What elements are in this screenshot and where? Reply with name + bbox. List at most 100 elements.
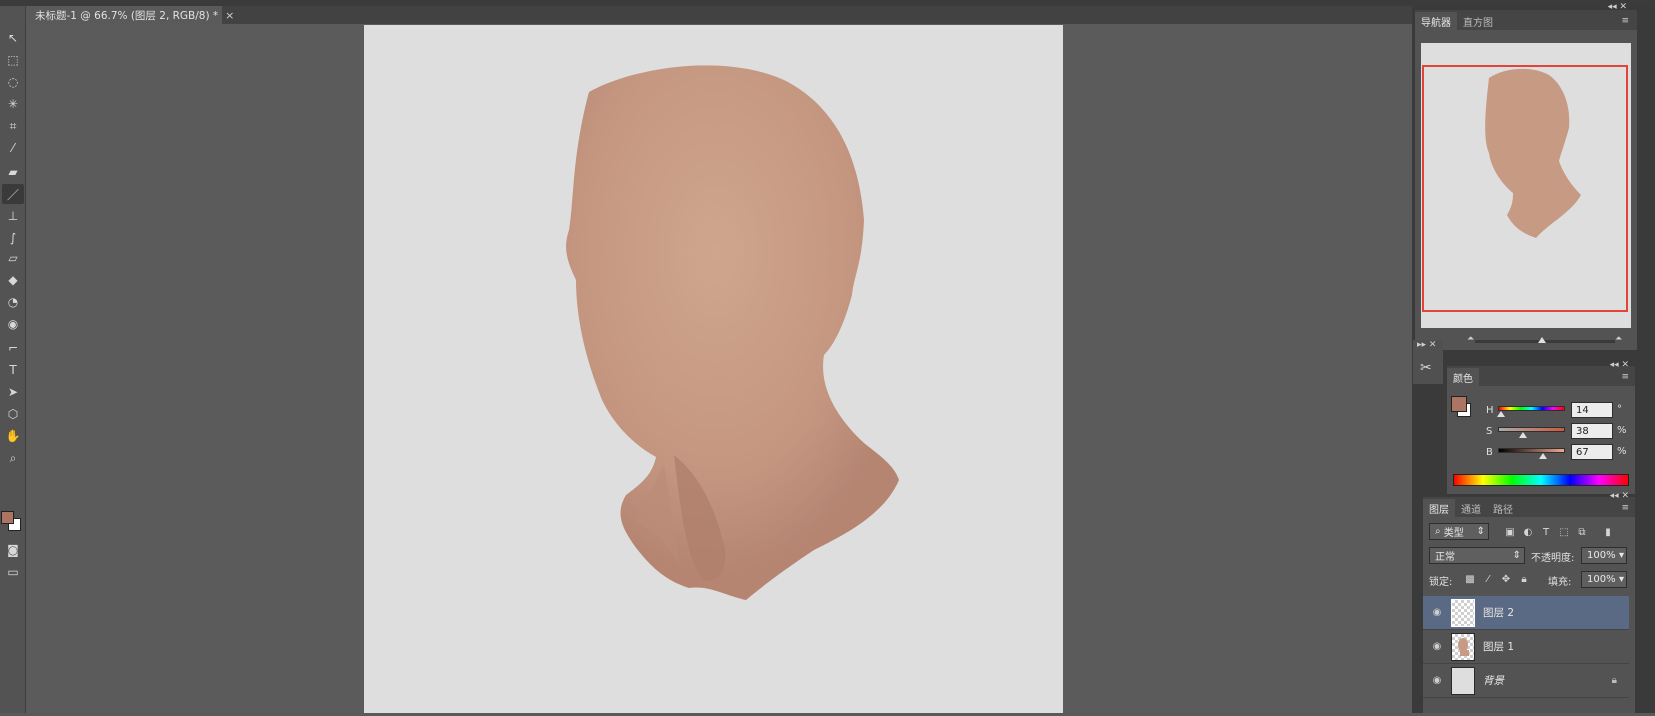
lock-pixels-icon[interactable]: ⁄ [1481, 572, 1495, 586]
blur-tool-icon: ◔ [7, 295, 19, 309]
fill-field[interactable]: 100% ▾ [1581, 571, 1627, 588]
color-b-slider[interactable] [1498, 448, 1565, 453]
screen-mode-icon[interactable]: ▭ [2, 562, 24, 582]
marquee-tool-icon: ⬚ [7, 53, 19, 67]
filter-adjustment-icon[interactable]: ◐ [1521, 525, 1535, 539]
fill-value: 100% [1587, 574, 1616, 585]
navigator-view-box[interactable] [1422, 65, 1628, 312]
document-tab[interactable]: 未标题-1 @ 66.7% (图层 2, RGB/8) * × [27, 6, 234, 24]
layer-row[interactable]: ◉ 背景 🔒︎ [1423, 664, 1629, 698]
close-icon[interactable]: × [225, 9, 234, 22]
eraser-tool-icon: ▱ [8, 251, 18, 265]
tab-paths[interactable]: 路径 [1487, 499, 1519, 517]
tools-preset-icon[interactable]: ✂ [1420, 360, 1432, 376]
lasso-tool-icon: ◌ [7, 75, 19, 89]
color-h-field[interactable]: 14 [1571, 402, 1613, 418]
opacity-value: 100% [1587, 550, 1616, 561]
history-brush-tool-icon: ∫ [9, 231, 17, 245]
panel-menu-icon[interactable]: ≡ [1621, 503, 1629, 513]
color-spectrum-bar[interactable] [1453, 474, 1629, 486]
canvas-document[interactable] [364, 25, 1063, 713]
clone-stamp-tool-icon: ⊥ [7, 209, 19, 223]
panel-close-icon[interactable]: ◂◂ ✕ [1610, 360, 1629, 370]
clone-stamp-tool[interactable]: ⊥ [2, 206, 24, 226]
eye-icon[interactable]: ◉ [1423, 607, 1451, 618]
zoom-in-icon[interactable]: ⏶ [1615, 334, 1622, 344]
lasso-tool[interactable]: ◌ [2, 72, 24, 92]
tab-navigator[interactable]: 导航器 [1415, 12, 1457, 30]
magic-wand-tool-icon: ✳ [7, 97, 19, 111]
eyedropper-tool[interactable]: ⁄ [2, 138, 24, 158]
crop-tool[interactable]: ⌗ [2, 116, 24, 136]
lock-all-icon[interactable]: 🔒︎ [1517, 572, 1531, 586]
type-tool[interactable]: T [2, 360, 24, 380]
filter-pixel-icon[interactable]: ▣ [1503, 525, 1517, 539]
move-tool[interactable]: ↖ [2, 28, 24, 48]
hand-tool[interactable]: ✋ [2, 426, 24, 446]
layer-row[interactable]: ◉ 图层 1 [1423, 630, 1629, 664]
blend-mode-value: 正常 [1435, 552, 1455, 563]
eye-icon[interactable]: ◉ [1423, 641, 1451, 652]
layer-row[interactable]: ◉ 图层 2 [1423, 596, 1629, 630]
marquee-tool[interactable]: ⬚ [2, 50, 24, 70]
lock-position-icon[interactable]: ✥ [1499, 572, 1513, 586]
filter-smart-object-icon[interactable]: ⧉ [1575, 525, 1589, 539]
layer-filter-dropdown[interactable]: ⌕ 类型 ⇕ [1429, 523, 1489, 540]
brush-tool[interactable]: ／ [2, 184, 24, 204]
zoom-tool[interactable]: ⌕ [2, 448, 24, 468]
color-h-label: H [1486, 405, 1494, 416]
layer-thumbnail [1451, 666, 1475, 695]
healing-brush-tool[interactable]: ▰ [2, 162, 24, 182]
move-tool-icon: ↖ [7, 31, 19, 45]
layer-filter-value: 类型 [1443, 528, 1464, 539]
color-s-thumb[interactable] [1519, 432, 1528, 438]
dodge-tool[interactable]: ◉ [2, 314, 24, 334]
color-h-slider[interactable] [1498, 406, 1565, 411]
color-s-field[interactable]: 38 [1571, 423, 1613, 439]
hand-tool-icon: ✋ [5, 429, 21, 443]
color-b-field[interactable]: 67 [1571, 444, 1613, 460]
layer-name[interactable]: 图层 2 [1483, 605, 1514, 620]
history-brush-tool[interactable]: ∫ [2, 228, 24, 248]
color-panel-header: 颜色 [1447, 366, 1635, 386]
foreground-color-swatch[interactable] [1451, 396, 1467, 412]
layer-name[interactable]: 图层 1 [1483, 639, 1514, 654]
toolbar-foreground-color[interactable] [1, 511, 14, 524]
shape-tool[interactable]: ⬡ [2, 404, 24, 424]
eye-icon[interactable]: ◉ [1423, 675, 1451, 686]
blur-tool[interactable]: ◔ [2, 292, 24, 312]
pen-tool[interactable]: ⌐ [2, 338, 24, 358]
expand-dock-icon[interactable]: ▸▸ ✕ [1417, 340, 1436, 350]
color-s-slider[interactable] [1498, 427, 1565, 432]
panel-close-icon[interactable]: ◂◂ ✕ [1610, 491, 1629, 501]
navigator-preview[interactable] [1421, 43, 1631, 328]
panel-menu-icon[interactable]: ≡ [1621, 372, 1629, 382]
layer-name[interactable]: 背景 [1483, 673, 1504, 688]
lock-transparent-icon[interactable]: ▩ [1463, 572, 1477, 586]
zoom-slider-thumb[interactable] [1538, 337, 1546, 343]
navigator-panel: 导航器 直方图 ◂◂ ✕ ≡ ⏶ ⏶ [1415, 2, 1637, 350]
blend-mode-dropdown[interactable]: 正常 ⇕ [1429, 547, 1525, 564]
path-selection-tool[interactable]: ➤ [2, 382, 24, 402]
magic-wand-tool[interactable]: ✳ [2, 94, 24, 114]
tab-layers[interactable]: 图层 [1423, 499, 1455, 517]
eraser-tool[interactable]: ▱ [2, 248, 24, 268]
color-h-thumb[interactable] [1496, 411, 1505, 417]
opacity-field[interactable]: 100% ▾ [1581, 547, 1627, 564]
document-tab-bar [27, 6, 1412, 24]
panel-menu-icon[interactable]: ≡ [1621, 16, 1629, 26]
shape-tool-icon: ⬡ [7, 407, 19, 421]
panel-collapse-icon[interactable]: ◂◂ ✕ [1608, 2, 1627, 12]
filter-type-icon[interactable]: T [1539, 525, 1553, 539]
quick-mask-icon[interactable]: ◙ [2, 540, 24, 560]
paint-bucket-tool[interactable]: ◆ [2, 270, 24, 290]
layers-panel-header: 图层 通道 路径 [1423, 497, 1635, 517]
filter-toggle-icon[interactable]: ▮ [1601, 525, 1615, 539]
lock-icon: 🔒︎ [1611, 675, 1617, 686]
zoom-out-icon[interactable]: ⏶ [1467, 334, 1474, 344]
filter-shape-icon[interactable]: ⬚ [1557, 525, 1571, 539]
tab-histogram[interactable]: 直方图 [1457, 12, 1499, 30]
tab-channels[interactable]: 通道 [1455, 499, 1487, 517]
color-b-thumb[interactable] [1538, 453, 1547, 459]
tab-color[interactable]: 颜色 [1447, 368, 1479, 386]
